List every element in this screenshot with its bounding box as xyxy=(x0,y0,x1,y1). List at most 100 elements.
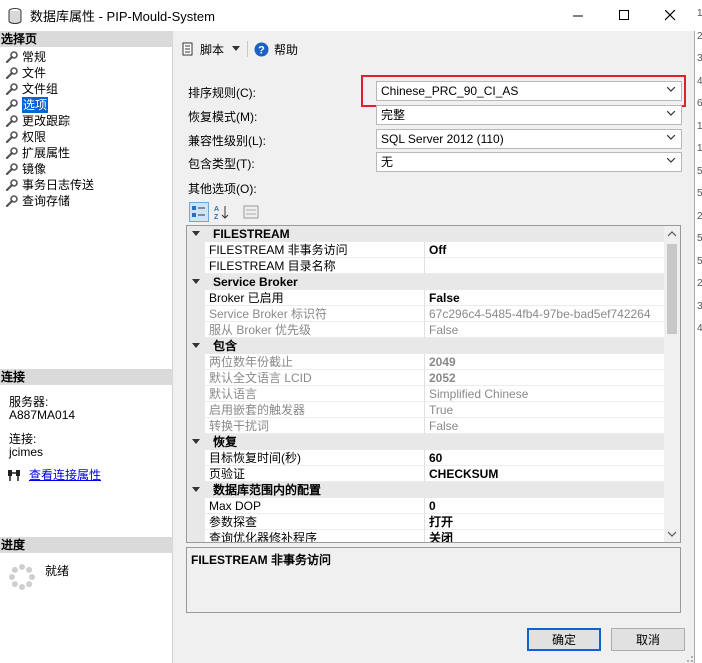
property-value[interactable]: Simplified Chinese xyxy=(425,386,665,402)
sidebar-item-mirroring[interactable]: 镜像 xyxy=(0,161,173,177)
grid-category[interactable]: 恢复 xyxy=(187,434,665,450)
view-connection-properties[interactable]: 查看连接属性 xyxy=(7,466,101,483)
resize-grip-icon[interactable] xyxy=(682,651,694,663)
grid-scrollbar[interactable] xyxy=(664,226,680,542)
edge-digit: 6 xyxy=(697,98,702,109)
property-value[interactable]: False xyxy=(425,418,665,434)
property-value[interactable]: 67c296c4-5485-4fb4-97be-bad5ef742264 xyxy=(425,306,665,322)
sidebar-item-log-shipping[interactable]: 事务日志传送 xyxy=(0,177,173,193)
edge-digit: 5 xyxy=(697,255,702,267)
other-options-label: 其他选项(O): xyxy=(188,182,257,196)
ok-button[interactable]: 确定 xyxy=(527,628,601,651)
database-properties-window: 数据库属性 - PIP-Mould-System 选择页 常规 文件 文件组 选项 更改… xyxy=(0,0,695,663)
property-name: Service Broker 标识符 xyxy=(205,306,425,322)
sidebar-item-files[interactable]: 文件 xyxy=(0,65,173,81)
property-name: Max DOP xyxy=(205,498,425,514)
edge-digit: 2 xyxy=(697,278,702,289)
left-pane: 选择页 常规 文件 文件组 选项 更改跟踪 权限 扩展属性 镜像 事务日志传送 查询存储 连接 服… xyxy=(0,31,173,663)
title-bar: 数据库属性 - PIP-Mould-System xyxy=(0,0,695,31)
grid-category[interactable]: 包含 xyxy=(187,338,665,354)
edge-digit: 4 xyxy=(697,323,702,334)
grid-property-row[interactable]: 目标恢复时间(秒) 60 xyxy=(187,450,665,466)
property-name: 转换干扰词 xyxy=(205,418,425,434)
sidebar-item-extended-properties[interactable]: 扩展属性 xyxy=(0,145,173,161)
grid-property-row[interactable]: 参数探查 打开 xyxy=(187,514,665,530)
scrollbar-thumb[interactable] xyxy=(667,244,677,334)
grid-property-row[interactable]: FILESTREAM 目录名称 xyxy=(187,258,665,274)
grid-property-row[interactable]: Broker 已启用 False xyxy=(187,290,665,306)
scroll-down-icon[interactable] xyxy=(664,527,680,541)
collapse-caret-icon[interactable] xyxy=(187,434,205,450)
sidebar-item-permissions[interactable]: 权限 xyxy=(0,129,173,145)
maximize-button[interactable] xyxy=(601,0,647,31)
property-value[interactable]: 60 xyxy=(425,450,665,466)
edge-digit: 4 xyxy=(697,75,702,87)
sidebar-item-options[interactable]: 选项 xyxy=(0,97,173,113)
edge-digit: 1 xyxy=(697,8,702,19)
wrench-icon xyxy=(5,131,18,143)
sidebar-item-label: 常规 xyxy=(22,50,47,64)
collapse-caret-icon[interactable] xyxy=(187,338,205,354)
progress-spinner-icon xyxy=(9,564,35,590)
grid-property-row[interactable]: 启用嵌套的触发器 True xyxy=(187,402,665,418)
svg-text:Z: Z xyxy=(214,214,219,220)
grid-property-row[interactable]: Max DOP 0 xyxy=(187,498,665,514)
grid-category[interactable]: 数据库范围内的配置 xyxy=(187,482,665,498)
categorized-icon xyxy=(192,206,205,217)
grid-property-row[interactable]: 转换干扰词 False xyxy=(187,418,665,434)
grid-property-row[interactable]: 页验证 CHECKSUM xyxy=(187,466,665,482)
compat-value: SQL Server 2012 (110) xyxy=(381,132,504,146)
minimize-button[interactable] xyxy=(555,0,601,31)
description-title: FILESTREAM 非事务访问 xyxy=(191,553,331,567)
property-value[interactable]: False xyxy=(425,290,665,306)
grid-property-row[interactable]: 服从 Broker 优先级 False xyxy=(187,322,665,338)
sidebar-item-query-store[interactable]: 查询存储 xyxy=(0,193,173,209)
right-pane: 脚本 ? 帮助 排序规则(C): Chinese_PRC_90_CI_AS 恢复… xyxy=(174,31,695,663)
property-value[interactable]: True xyxy=(425,402,665,418)
page-list: 常规 文件 文件组 选项 更改跟踪 权限 扩展属性 镜像 事务日志传送 查询存储 xyxy=(0,49,173,209)
collapse-caret-icon[interactable] xyxy=(187,482,205,498)
property-grid[interactable]: FILESTREAM FILESTREAM 非事务访问 Off FILESTREAM … xyxy=(186,225,681,543)
sidebar-item-change-tracking[interactable]: 更改跟踪 xyxy=(0,113,173,129)
sidebar-item-filegroups[interactable]: 文件组 xyxy=(0,81,173,97)
containment-combo[interactable]: 无 xyxy=(376,152,682,172)
collapse-caret-icon[interactable] xyxy=(187,226,205,242)
grid-property-row[interactable]: 两位数年份截止 2049 xyxy=(187,354,665,370)
compat-combo[interactable]: SQL Server 2012 (110) xyxy=(376,129,682,149)
property-value[interactable]: 2052 xyxy=(425,370,665,386)
property-value[interactable] xyxy=(425,258,665,274)
compat-label: 兼容性级别(L): xyxy=(188,134,267,148)
grid-property-row[interactable]: 默认全文语言 LCID 2052 xyxy=(187,370,665,386)
script-button[interactable]: 脚本 xyxy=(182,41,241,58)
grid-category[interactable]: Service Broker xyxy=(187,274,665,290)
grid-category[interactable]: FILESTREAM xyxy=(187,226,665,242)
row-gutter xyxy=(187,386,205,402)
property-value[interactable]: 0 xyxy=(425,498,665,514)
property-value[interactable]: 打开 xyxy=(425,514,665,530)
alphabetical-button[interactable]: A Z xyxy=(212,202,232,222)
grid-property-row[interactable]: FILESTREAM 非事务访问 Off xyxy=(187,242,665,258)
property-value[interactable]: 2049 xyxy=(425,354,665,370)
help-button[interactable]: ? 帮助 xyxy=(254,41,298,58)
cancel-button[interactable]: 取消 xyxy=(611,628,685,651)
grid-property-row[interactable]: Service Broker 标识符 67c296c4-5485-4fb4-97b… xyxy=(187,306,665,322)
property-pages-button[interactable] xyxy=(241,202,261,222)
grid-property-row[interactable]: 默认语言 Simplified Chinese xyxy=(187,386,665,402)
property-value[interactable]: 关闭 xyxy=(425,530,665,542)
property-value[interactable]: Off xyxy=(425,242,665,258)
sidebar-item-general[interactable]: 常规 xyxy=(0,49,173,65)
view-connection-link[interactable]: 查看连接属性 xyxy=(29,466,101,483)
edge-digit: 2 xyxy=(697,30,702,42)
property-value[interactable]: False xyxy=(425,322,665,338)
categorized-button[interactable] xyxy=(189,202,209,222)
dropdown-arrow-icon[interactable] xyxy=(232,46,241,52)
row-gutter xyxy=(187,306,205,322)
collapse-caret-icon[interactable] xyxy=(187,274,205,290)
property-value[interactable]: CHECKSUM xyxy=(425,466,665,482)
grid-property-row[interactable]: 查询优化器修补程序 关闭 xyxy=(187,530,665,542)
category-label: FILESTREAM xyxy=(213,227,290,241)
scroll-up-icon[interactable] xyxy=(664,227,680,241)
close-button[interactable] xyxy=(647,0,693,31)
connection-properties-icon xyxy=(8,469,20,481)
recovery-combo[interactable]: 完整 xyxy=(376,105,682,125)
